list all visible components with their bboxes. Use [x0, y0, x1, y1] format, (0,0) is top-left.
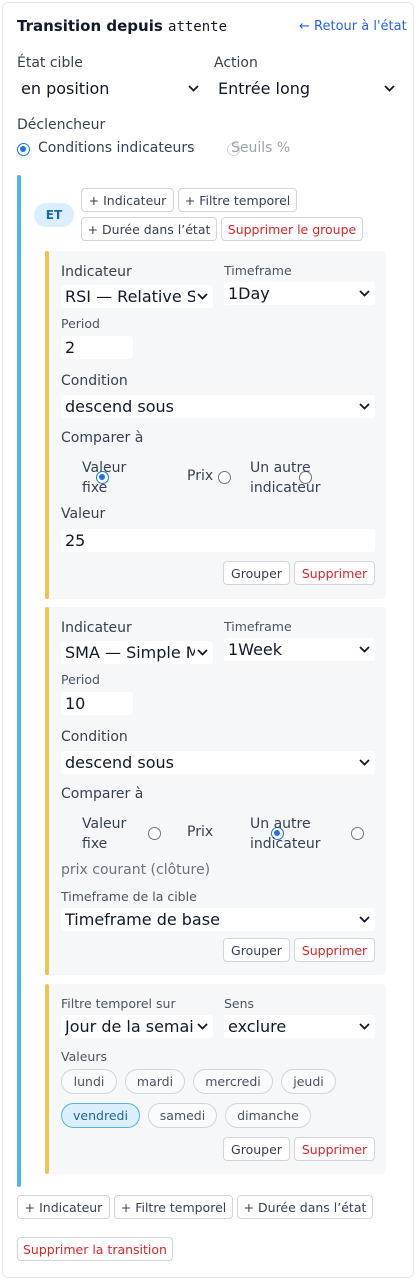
price-note: prix courant (clôture)	[61, 862, 211, 878]
add-indicator-button[interactable]: + Indicateur	[81, 188, 174, 212]
compare-label: Comparer à	[61, 786, 144, 802]
delete-filter-button[interactable]: Supprimer	[294, 1137, 375, 1161]
footer-add-indicator-button[interactable]: + Indicateur	[17, 1195, 110, 1219]
day-chip-samedi[interactable]: samedi	[148, 1103, 217, 1128]
add-time-filter-button[interactable]: + Filtre temporel	[178, 188, 297, 212]
condition-card-accent	[45, 607, 49, 975]
compare-option-indicator: Un autre indicateur	[250, 460, 321, 496]
day-chip-vendredi[interactable]: vendredi	[61, 1103, 140, 1128]
delete-condition-button[interactable]: Supprimer	[294, 938, 375, 962]
group-operator-badge[interactable]: ET	[34, 203, 74, 227]
timeframe-value: 1Day	[228, 284, 270, 303]
trigger-option-indicators: Conditions indicateurs	[38, 140, 195, 156]
sense-label: Sens	[224, 996, 255, 1011]
day-chip-lundi[interactable]: lundi	[61, 1069, 117, 1094]
compare-option-fixed: Valeur fixe	[82, 460, 127, 496]
chevron-down-icon	[195, 293, 209, 300]
group-button[interactable]: Grouper	[223, 938, 290, 962]
timeframe-label: Timeframe	[224, 619, 292, 634]
add-duration-button[interactable]: + Durée dans l’état	[81, 217, 217, 241]
day-chip-dimanche[interactable]: dimanche	[225, 1103, 311, 1128]
condition-label: Condition	[61, 373, 128, 389]
action-select[interactable]: Entrée long	[214, 77, 400, 100]
trigger-radio-indicators[interactable]	[17, 143, 30, 156]
chevron-down-icon	[382, 85, 396, 92]
day-chip-mardi[interactable]: mardi	[125, 1069, 185, 1094]
day-chip-jeudi[interactable]: jeudi	[281, 1069, 336, 1094]
delete-condition-button[interactable]: Supprimer	[294, 561, 375, 585]
action-value: Entrée long	[218, 79, 311, 98]
timeframe-value: 1Week	[228, 640, 283, 659]
indicator-label: Indicateur	[61, 264, 132, 280]
time-filter-value: Jour de la semaine	[65, 1017, 195, 1036]
condition-card-accent	[45, 251, 49, 599]
time-filter-select[interactable]: Jour de la semaine	[61, 1015, 213, 1038]
delete-transition-button[interactable]: Supprimer la transition	[17, 1237, 173, 1261]
indicator-label: Indicateur	[61, 620, 132, 636]
trigger-option-thresholds: Seuils %	[231, 140, 291, 156]
chevron-down-icon	[195, 649, 209, 656]
value-input[interactable]: 25	[61, 529, 375, 552]
condition-select[interactable]: descend sous	[61, 751, 375, 774]
sense-select[interactable]: exclure	[224, 1015, 375, 1038]
target-timeframe-select[interactable]: Timeframe de base	[61, 908, 375, 931]
compare-label: Comparer à	[61, 430, 144, 446]
page-title: Transition depuis attente	[17, 17, 227, 35]
condition-value: descend sous	[65, 753, 174, 772]
indicator-select[interactable]: RSI — Relative Strength Index	[61, 285, 213, 308]
compare-option-indicator: Un autre indicateur	[250, 816, 321, 852]
day-chip-mercredi[interactable]: mercredi	[193, 1069, 273, 1094]
compare-option-fixed: Valeur fixe	[82, 816, 127, 852]
compare-option-price: Prix	[187, 824, 214, 840]
indicator-value: RSI — Relative Strength Index	[65, 287, 195, 306]
indicator-select[interactable]: SMA — Simple Moving Average	[61, 641, 213, 664]
delete-group-button[interactable]: Supprimer le groupe	[221, 217, 363, 241]
target-state-select[interactable]: en position	[17, 77, 204, 100]
condition-select[interactable]: descend sous	[61, 395, 375, 418]
group-button[interactable]: Grouper	[223, 561, 290, 585]
footer-add-time-filter-button[interactable]: + Filtre temporel	[114, 1195, 233, 1219]
compare-option-price: Prix	[187, 468, 214, 484]
values-label: Valeurs	[61, 1049, 107, 1064]
footer-add-duration-button[interactable]: + Durée dans l’état	[237, 1195, 373, 1219]
value-label: Valeur	[61, 506, 106, 522]
time-filter-card-accent	[45, 984, 49, 1174]
target-state-value: en position	[21, 79, 110, 98]
sense-value: exclure	[228, 1017, 287, 1036]
condition-label: Condition	[61, 729, 128, 745]
chevron-down-icon	[357, 646, 371, 653]
chevron-down-icon	[357, 403, 371, 410]
period-label: Period	[61, 316, 100, 331]
chevron-down-icon	[195, 1023, 209, 1030]
target-timeframe-value: Timeframe de base	[65, 910, 220, 929]
chevron-down-icon	[186, 85, 200, 92]
timeframe-select[interactable]: 1Week	[224, 638, 375, 661]
state-code: attente	[168, 19, 228, 35]
action-label: Action	[214, 55, 258, 71]
period-input[interactable]: 2	[61, 336, 133, 359]
chevron-down-icon	[357, 1023, 371, 1030]
chevron-down-icon	[357, 290, 371, 297]
back-to-state-link[interactable]: ← Retour à l'état	[299, 19, 407, 34]
chevron-down-icon	[357, 916, 371, 923]
group-button[interactable]: Grouper	[223, 1137, 290, 1161]
period-label: Period	[61, 672, 100, 687]
indicator-value: SMA — Simple Moving Average	[65, 643, 195, 662]
time-filter-label: Filtre temporel sur	[61, 996, 176, 1011]
group-accent-bar	[17, 175, 21, 1187]
chevron-down-icon	[357, 759, 371, 766]
target-timeframe-label: Timeframe de la cible	[61, 889, 197, 904]
condition-value: descend sous	[65, 397, 174, 416]
period-input[interactable]: 10	[61, 692, 133, 715]
timeframe-label: Timeframe	[224, 263, 292, 278]
title-text: Transition depuis	[17, 17, 163, 35]
target-state-label: État cible	[17, 55, 83, 71]
timeframe-select[interactable]: 1Day	[224, 282, 375, 305]
trigger-label: Déclencheur	[17, 117, 106, 133]
